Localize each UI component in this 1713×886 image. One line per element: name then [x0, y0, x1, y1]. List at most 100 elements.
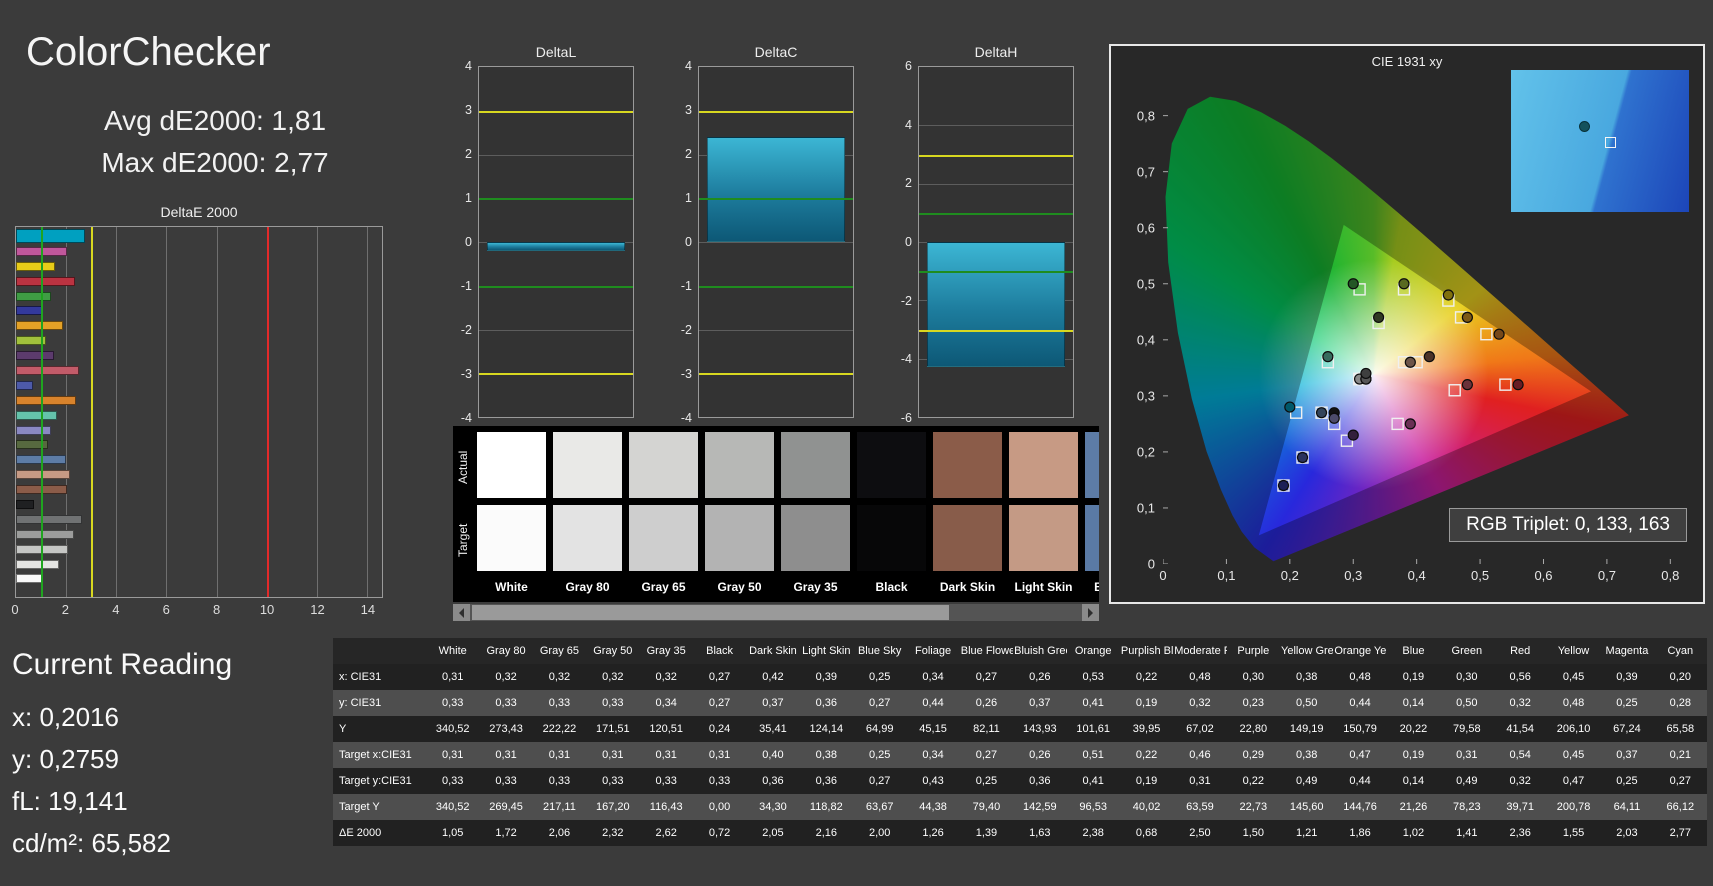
table-cell: 0,27 — [868, 697, 891, 709]
target-swatch-white[interactable] — [477, 505, 546, 571]
delta-ytick: 2 — [905, 176, 912, 191]
table-cell: 0,19 — [1135, 697, 1158, 709]
deltae-bar-bluish-green — [16, 410, 57, 420]
table-cell: 273,43 — [489, 723, 523, 735]
table-cell: 0,36 — [762, 775, 784, 787]
cie-xtick: 0,3 — [1344, 568, 1363, 583]
scroll-thumb[interactable] — [472, 605, 950, 620]
scroll-left-button[interactable] — [453, 604, 470, 621]
deltac-ylabels: 4 3 2 1 0 -1 -2 -3 -4 — [672, 59, 695, 425]
table-cell: 34,30 — [759, 801, 787, 813]
delta-ytick: -3 — [680, 367, 692, 381]
delta-ytick: 4 — [685, 59, 692, 73]
page-title: ColorChecker — [26, 30, 271, 74]
table-cell: 0,31 — [548, 749, 571, 761]
table-cell: 0,27 — [975, 749, 998, 761]
delta-ytick: -4 — [680, 411, 692, 425]
table-cell: 124,14 — [809, 723, 844, 735]
patch-label: Dark Skin — [939, 580, 996, 594]
deltac-chart: DeltaC 4 3 2 1 0 -1 -2 -3 -4 — [672, 44, 856, 425]
table-cell: 0,26 — [1029, 671, 1051, 683]
target-swatch-black[interactable] — [857, 505, 926, 571]
table-cell: 118,82 — [809, 801, 843, 813]
cie-xtick: 0,1 — [1217, 568, 1236, 583]
target-swatch-gray-50[interactable] — [705, 505, 774, 571]
actual-swatch-gray-50[interactable] — [705, 432, 774, 498]
table-cell: 171,51 — [595, 723, 630, 735]
measured-point-moderate-red — [1461, 379, 1473, 391]
deltah-ylabels: 6 4 2 0 -2 -4 -6 — [892, 59, 915, 425]
table-col-cyan: Cyan — [1667, 645, 1694, 657]
delta-ytick: 1 — [685, 191, 692, 205]
patch-scrollbar[interactable] — [453, 604, 1099, 621]
target-swatch-gray-35[interactable] — [781, 505, 850, 571]
delta-limit-line — [699, 285, 853, 288]
patch-label: Blue Sky — [1094, 580, 1099, 594]
target-swatch-light-skin[interactable] — [1009, 505, 1078, 571]
deltae-bar-blue-flower — [16, 425, 51, 435]
table-cell: 0,54 — [1509, 749, 1531, 761]
patch-column-gray-80: Gray 80 — [553, 432, 622, 596]
target-row-label: Target — [456, 523, 470, 557]
cie-ytick: 0,8 — [1136, 108, 1155, 124]
table-cell: 79,40 — [972, 801, 1001, 813]
table-cell: 1,41 — [1456, 827, 1478, 839]
table-cell: 2,16 — [815, 827, 838, 839]
table-col-yellow: Yellow — [1557, 645, 1590, 657]
table-cell: 79,58 — [1453, 723, 1481, 735]
deltae-bar-moderate-red — [16, 365, 79, 375]
table-cell: 0,32 — [1189, 697, 1211, 709]
table-cell: 0,33 — [441, 775, 464, 787]
table-cell: 2,03 — [1616, 827, 1638, 839]
measured-point-green — [1347, 278, 1359, 290]
table-row-y: Y 340,52 273,43 222,22 171,51 120,51 0,24 35,41… — [333, 716, 1707, 742]
actual-swatch-black[interactable] — [857, 432, 926, 498]
table-row-label: Target y:CIE31 — [339, 775, 412, 787]
table-cell: 0,72 — [708, 827, 731, 839]
deltae-bar-black — [16, 499, 35, 509]
table-cell: 0,38 — [1295, 671, 1318, 683]
table-cell: 22,80 — [1239, 723, 1268, 735]
target-swatch-dark-skin[interactable] — [933, 505, 1002, 571]
deltae-green-limit-line — [41, 227, 44, 597]
table-cell: 0,25 — [868, 749, 891, 761]
table-cell: 64,99 — [865, 723, 894, 735]
cie-yticks: 0 0,1 0,2 0,3 0,4 0,5 0,6 0,7 0,8 — [1119, 82, 1159, 571]
target-swatch-blue-sky[interactable] — [1085, 505, 1099, 571]
actual-swatch-gray-80[interactable] — [553, 432, 622, 498]
table-cell: 0,30 — [1242, 671, 1265, 683]
deltae-bars — [16, 227, 382, 597]
scroll-track[interactable] — [470, 604, 1082, 621]
cie-ytick: 0,6 — [1136, 220, 1155, 236]
table-cell: 41,54 — [1506, 723, 1534, 735]
table-cell: 269,45 — [489, 801, 523, 813]
cie-xtick: 0,8 — [1661, 568, 1680, 583]
table-col-purplish-blue: Purplish Blue — [1120, 645, 1174, 657]
measured-point-purplish-blue — [1296, 451, 1309, 464]
table-cell: 63,59 — [1186, 801, 1214, 813]
scroll-right-button[interactable] — [1082, 604, 1099, 621]
target-swatch-gray-80[interactable] — [553, 505, 622, 571]
table-col-yellow-green: Yellow Green — [1281, 645, 1334, 657]
cie-ytick: 0 — [1147, 556, 1155, 572]
delta-limit-line — [479, 373, 633, 376]
actual-swatch-blue-sky[interactable] — [1085, 432, 1099, 498]
table-row-y-cie31: y: CIE31 0,33 0,33 0,33 0,33 0,34 0,27 0,37 0,36… — [333, 690, 1707, 716]
actual-swatch-gray-65[interactable] — [629, 432, 698, 498]
actual-swatch-gray-35[interactable] — [781, 432, 850, 498]
table-row-label: Target Y — [339, 801, 380, 813]
actual-swatch-white[interactable] — [477, 432, 546, 498]
actual-swatch-light-skin[interactable] — [1009, 432, 1078, 498]
table-cell: 0,51 — [1082, 749, 1104, 761]
deltae-plot — [15, 226, 383, 598]
table-cell: 45,15 — [919, 723, 947, 735]
delta-limit-line — [919, 329, 1073, 332]
table-col-bluish-green: Bluish Green — [1014, 645, 1066, 657]
table-cell: 0,33 — [495, 697, 517, 709]
table-cell: 0,49 — [1456, 775, 1478, 787]
target-swatch-gray-65[interactable] — [629, 505, 698, 571]
table-cell: 0,21 — [1669, 749, 1692, 761]
table-cell: 0,44 — [922, 697, 944, 709]
deltae-bar-red — [16, 276, 76, 286]
actual-swatch-dark-skin[interactable] — [933, 432, 1002, 498]
